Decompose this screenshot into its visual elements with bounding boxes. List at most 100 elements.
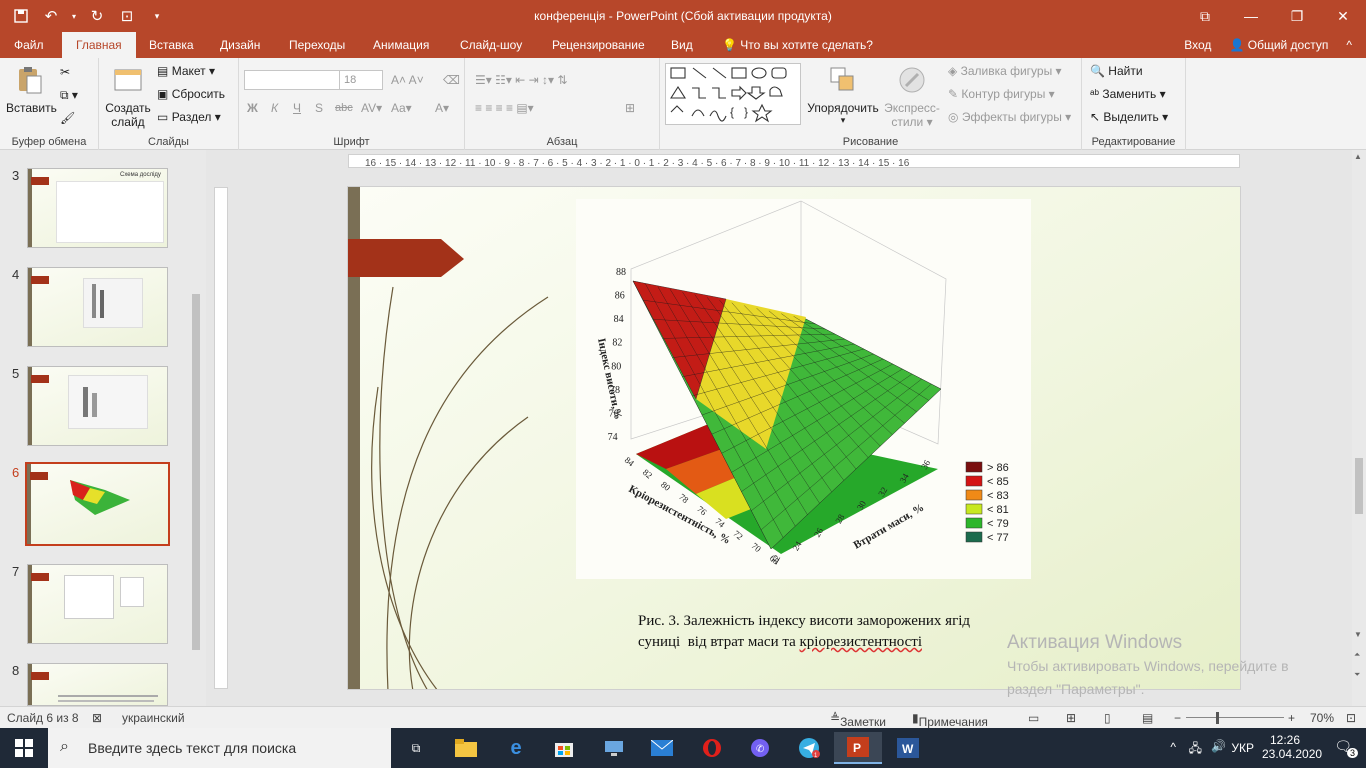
cut-icon[interactable]: ✂ <box>60 62 70 82</box>
zoom-out-icon[interactable]: − <box>1174 711 1181 725</box>
paste-button[interactable]: Вставить <box>6 64 57 115</box>
network-icon[interactable]: 🖧 <box>1189 739 1202 760</box>
font-color-icon[interactable]: A▾ <box>435 98 449 118</box>
tab-file[interactable]: Файл <box>0 32 58 58</box>
zoom-slider[interactable] <box>1186 717 1284 718</box>
thumbnail-slide-7[interactable]: 7 <box>0 564 190 654</box>
collapse-ribbon-icon[interactable]: ^ <box>1346 32 1352 58</box>
tab-design[interactable]: Дизайн <box>206 32 274 58</box>
telegram-icon[interactable]: 1 <box>786 732 834 764</box>
grow-font-icon[interactable]: A˄ A˅ <box>391 70 424 90</box>
mail-icon[interactable] <box>638 732 686 764</box>
shadow-button[interactable]: S <box>315 98 323 118</box>
format-painter-icon[interactable]: 🖌 <box>60 108 75 128</box>
notes-button[interactable]: ≜ Заметки <box>830 711 886 729</box>
zoom-slider-thumb[interactable] <box>1216 712 1219 724</box>
store-icon[interactable] <box>540 732 588 764</box>
shapes-gallery[interactable]: {} <box>665 63 801 125</box>
new-slide-button[interactable]: Создать слайд <box>103 64 153 129</box>
slideshow-view-icon[interactable]: ▤ <box>1142 711 1153 725</box>
thumbnail-scrollbar[interactable] <box>189 150 203 706</box>
clear-format-icon[interactable]: ⌫ <box>443 70 460 90</box>
task-view-icon[interactable]: ⧉ <box>392 732 440 764</box>
tab-transitions[interactable]: Переходы <box>275 32 359 58</box>
horizontal-ruler[interactable]: 16 · 15 · 14 · 13 · 12 · 11 · 10 · 9 · 8… <box>348 154 1240 168</box>
thumbnail-scroll-thumb[interactable] <box>192 294 200 650</box>
figure-caption[interactable]: Рис. 3. Залежність індексу висоти заморо… <box>638 611 1058 653</box>
thumbnail-slide-4[interactable]: 4 <box>0 267 190 357</box>
viber-icon[interactable]: ✆ <box>736 732 784 764</box>
shape-fill-button[interactable]: ◈ Заливка фигуры ▾ <box>948 61 1062 81</box>
powerpoint-taskbar-icon[interactable]: P <box>834 732 882 764</box>
tab-slideshow[interactable]: Слайд-шоу <box>446 32 536 58</box>
shape-outline-button[interactable]: ✎ Контур фигуры ▾ <box>948 84 1055 104</box>
copy-icon[interactable]: ⧉ ▾ <box>60 85 78 105</box>
edge-browser-icon[interactable]: e <box>492 732 540 764</box>
reset-button[interactable]: ▣ Сбросить <box>157 84 225 104</box>
file-explorer-icon[interactable] <box>442 732 490 764</box>
select-button[interactable]: ↖ Выделить ▾ <box>1090 107 1168 127</box>
next-slide-icon[interactable]: ⏷ <box>1354 670 1360 680</box>
word-taskbar-icon[interactable]: W <box>884 732 932 764</box>
editor-scrollbar[interactable]: ▲ ▼ ⏶ ⏷ <box>1352 150 1366 706</box>
close-button[interactable]: ✕ <box>1320 0 1366 32</box>
change-case-icon[interactable]: Aa▾ <box>391 98 412 118</box>
arrange-button[interactable]: Упорядочить ▾ <box>806 64 880 126</box>
italic-button[interactable]: К <box>271 98 278 118</box>
editor-scroll-thumb[interactable] <box>1355 458 1363 514</box>
previous-slide-icon[interactable]: ⏶ <box>1354 650 1360 660</box>
font-size-input[interactable]: 18 <box>339 70 383 90</box>
language-indicator[interactable]: украинский <box>122 711 185 725</box>
align-icons[interactable]: ≡ ≡ ≡ ≡ ▤▾ <box>475 98 534 118</box>
bullets-icon[interactable]: ☰▾ ☷▾ ⇤ ⇥ ↕▾ ⇅ <box>475 70 567 90</box>
underline-button[interactable]: Ч <box>293 98 301 118</box>
zoom-in-icon[interactable]: + <box>1288 711 1295 725</box>
redo-icon[interactable]: ↻ <box>84 5 110 27</box>
shape-effects-button[interactable]: ◎ Эффекты фигуры ▾ <box>948 107 1071 127</box>
strikethrough-button[interactable]: abc <box>335 98 353 118</box>
layout-button[interactable]: ▤ Макет ▾ <box>157 61 215 81</box>
start-slideshow-icon[interactable]: ⊡ <box>114 5 140 27</box>
fit-slide-icon[interactable]: ⊡ <box>1346 711 1356 725</box>
windows-start-icon[interactable] <box>0 732 48 764</box>
spellcheck-icon[interactable]: ⊠ <box>92 711 102 725</box>
find-button[interactable]: 🔍 Найти <box>1090 61 1143 81</box>
network-computer-icon[interactable] <box>590 732 638 764</box>
slide-canvas[interactable]: 88 86 84 82 80 78 76 74 84 82 80 78 76 74 72 70 68 22 24… <box>347 186 1241 690</box>
comments-button[interactable]: ▮ Примечания <box>912 711 988 729</box>
thumbnail-slide-6[interactable]: 6 <box>0 462 190 555</box>
ribbon-display-options-icon[interactable]: ⧉ <box>1182 0 1228 32</box>
share-button[interactable]: 👤 Общий доступ <box>1229 32 1328 58</box>
customize-qat-icon[interactable]: ▾ <box>144 5 170 27</box>
char-spacing-icon[interactable]: AV▾ <box>361 98 382 118</box>
undo-icon[interactable]: ↶ <box>38 5 64 27</box>
bold-button[interactable]: Ж <box>247 98 258 118</box>
zoom-level[interactable]: 70% <box>1310 711 1334 725</box>
scroll-up-icon[interactable]: ▲ <box>1354 152 1362 161</box>
scroll-down-icon[interactable]: ▼ <box>1354 630 1362 639</box>
volume-icon[interactable]: 🔊 <box>1211 739 1226 753</box>
tab-animations[interactable]: Анимация <box>359 32 443 58</box>
signin-link[interactable]: Вход <box>1184 32 1211 58</box>
tab-home[interactable]: Главная <box>62 32 136 58</box>
minimize-button[interactable]: — <box>1228 0 1274 32</box>
reading-view-icon[interactable]: ▯ <box>1104 711 1111 725</box>
section-button[interactable]: ▭ Раздел ▾ <box>157 107 221 127</box>
tab-insert[interactable]: Вставка <box>135 32 208 58</box>
smartart-icon[interactable]: ⊞ <box>625 98 635 118</box>
vertical-ruler[interactable] <box>214 187 228 689</box>
tray-expand-icon[interactable]: ^ <box>1170 740 1176 754</box>
tab-review[interactable]: Рецензирование <box>538 32 659 58</box>
taskbar-search-box[interactable]: ⌕ Введите здесь текст для поиска <box>48 728 391 768</box>
maximize-button[interactable]: ❐ <box>1274 0 1320 32</box>
font-name-input[interactable] <box>244 70 340 90</box>
tab-view[interactable]: Вид <box>657 32 707 58</box>
opera-icon[interactable] <box>688 732 736 764</box>
undo-dropdown-icon[interactable]: ▾ <box>68 5 80 27</box>
tell-me-search[interactable]: 💡 Что вы хотите сделать? <box>708 32 887 58</box>
thumbnail-slide-5[interactable]: 5 <box>0 366 190 456</box>
clock[interactable]: 12:26 23.04.2020 <box>1262 733 1322 761</box>
thumbnail-slide-3[interactable]: 3 Схема досліду <box>0 168 190 258</box>
slide-sorter-icon[interactable]: ⊞ <box>1066 711 1076 725</box>
quick-styles-button[interactable]: Экспресс- стили ▾ <box>880 64 944 129</box>
